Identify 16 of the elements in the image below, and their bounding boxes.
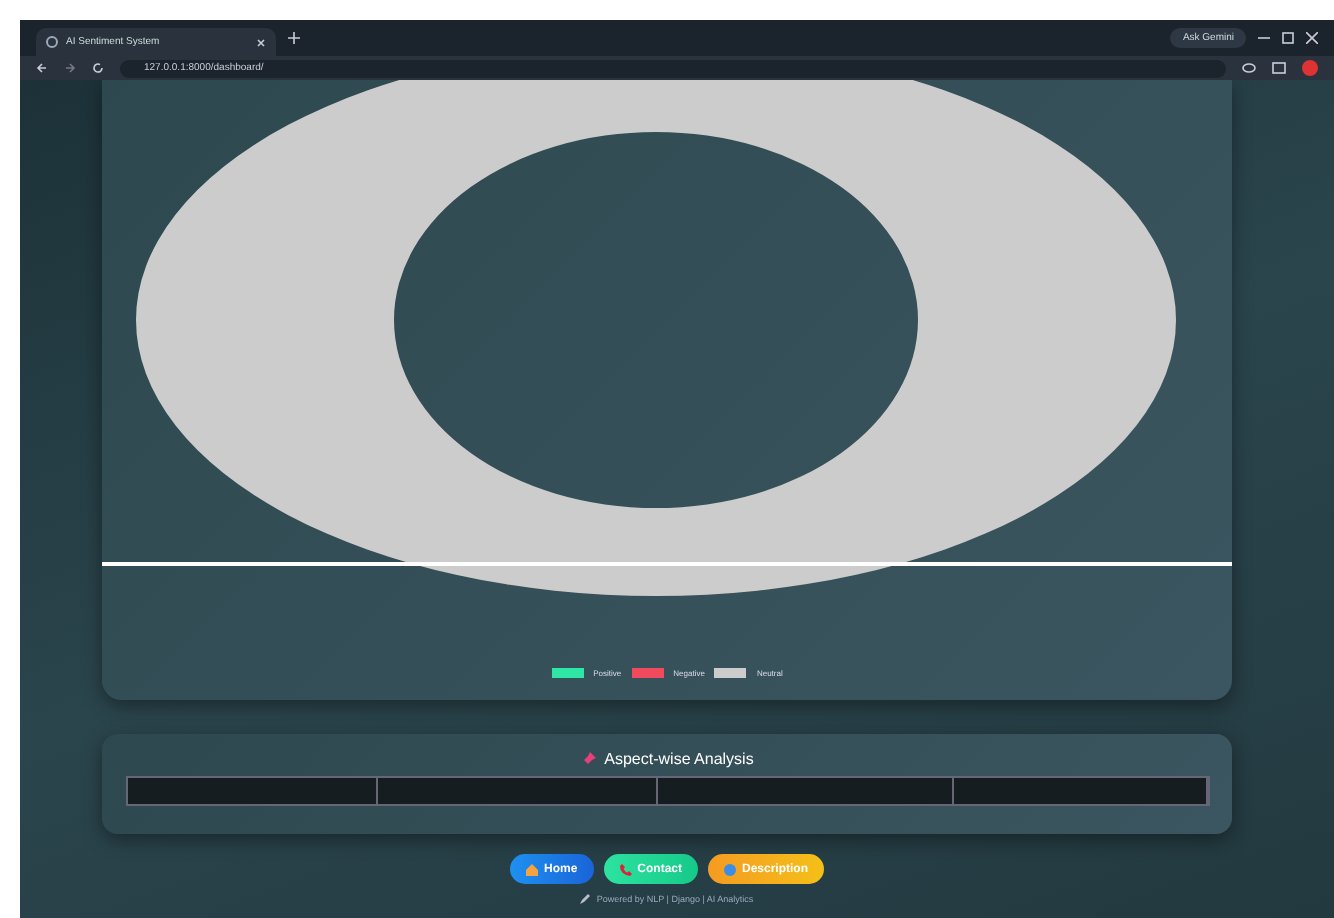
reload-icon[interactable] <box>92 62 104 74</box>
pen-icon <box>580 894 591 904</box>
sidebar-icon[interactable] <box>1272 62 1286 74</box>
phone-icon <box>619 863 632 875</box>
back-icon[interactable] <box>36 62 48 74</box>
minimize-icon[interactable] <box>1258 32 1270 44</box>
house-icon <box>525 863 538 875</box>
close-icon[interactable] <box>256 37 266 47</box>
globe-icon <box>46 36 58 48</box>
avatar-icon[interactable] <box>1302 60 1318 76</box>
close-icon[interactable] <box>1306 32 1318 44</box>
section-title: Aspect-wise Analysis <box>604 750 754 768</box>
forward-icon[interactable] <box>64 62 76 74</box>
maximize-icon[interactable] <box>1282 32 1294 44</box>
new-tab-icon[interactable] <box>288 32 300 44</box>
eye-icon[interactable] <box>1242 62 1256 74</box>
